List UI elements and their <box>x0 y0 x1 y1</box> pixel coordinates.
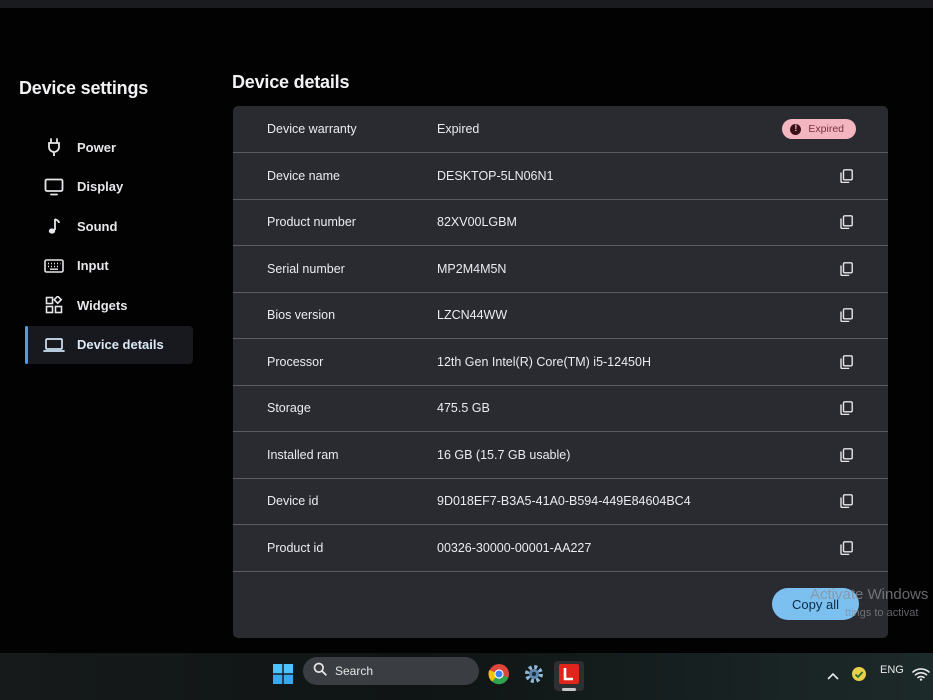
detail-row: Bios version LZCN44WW <box>233 293 888 339</box>
detail-row: Storage 475.5 GB <box>233 386 888 432</box>
sidebar-item-device-details[interactable]: Device details <box>25 325 193 364</box>
row-value: 82XV00LGBM <box>437 215 517 230</box>
row-value: LZCN44WW <box>437 308 508 323</box>
detail-row: Serial number MP2M4M5N <box>233 246 888 293</box>
status-badge: Expired <box>782 119 856 139</box>
windows-start-icon <box>273 663 293 689</box>
tray-app-button[interactable] <box>844 661 874 691</box>
wifi-icon <box>912 667 930 686</box>
row-value: 00326-30000-00001-AA227 <box>437 540 592 555</box>
row-label: Installed ram <box>267 447 339 462</box>
detail-row: Product number 82XV00LGBM <box>233 200 888 246</box>
settings-gear-icon <box>523 663 545 690</box>
tray-app-icon <box>851 666 867 687</box>
row-label: Product number <box>267 215 356 230</box>
copy-icon[interactable] <box>838 493 854 509</box>
device-details-panel: Device warranty Expired Expired Device n… <box>233 106 888 638</box>
row-label: Product id <box>267 540 324 555</box>
chrome-button[interactable] <box>484 661 514 691</box>
copy-icon[interactable] <box>838 400 854 416</box>
taskbar-search[interactable]: Search <box>303 657 479 685</box>
copy-icon[interactable] <box>838 214 854 230</box>
alert-icon <box>790 123 802 135</box>
settings-button[interactable] <box>519 661 549 691</box>
window-top-bar <box>0 0 933 8</box>
sidebar-item-sound[interactable]: Sound <box>25 207 193 245</box>
detail-row: Installed ram 16 GB (15.7 GB usable) <box>233 432 888 479</box>
taskbar: Search ENG <box>0 653 933 700</box>
search-label: Search <box>335 664 374 678</box>
row-label: Bios version <box>267 308 336 323</box>
copy-icon[interactable] <box>838 540 854 556</box>
laptop-icon <box>43 334 65 356</box>
row-label: Storage <box>267 401 311 416</box>
copy-icon[interactable] <box>838 168 854 184</box>
row-label: Device warranty <box>267 122 357 136</box>
row-value: Expired <box>437 122 480 136</box>
row-value: 16 GB (15.7 GB usable) <box>437 447 571 462</box>
row-label: Device name <box>267 168 340 183</box>
chevron-up-icon <box>827 667 839 685</box>
row-label: Serial number <box>267 261 345 276</box>
sidebar-item-label: Input <box>77 258 109 273</box>
copy-icon[interactable] <box>838 307 854 323</box>
chrome-icon <box>488 663 510 690</box>
copy-icon[interactable] <box>838 261 854 277</box>
row-value: 12th Gen Intel(R) Core(TM) i5-12450H <box>437 354 651 369</box>
warranty-row: Device warranty Expired Expired <box>233 106 888 153</box>
detail-row: Processor 12th Gen Intel(R) Core(TM) i5-1… <box>233 339 888 386</box>
sidebar-item-input[interactable]: Input <box>25 247 193 285</box>
sidebar-item-label: Sound <box>77 218 118 234</box>
music-note-icon <box>43 215 65 237</box>
sidebar-nav: Power Display Sound Input Widgets Device… <box>25 128 193 365</box>
network-button[interactable] <box>906 661 933 691</box>
start-button[interactable] <box>268 661 298 691</box>
sidebar-item-label: Widgets <box>77 297 128 313</box>
keyboard-icon <box>43 255 65 277</box>
row-value: 9D018EF7-B3A5-41A0-B594-449E84604BC4 <box>437 494 691 509</box>
sidebar-title: Device settings <box>19 78 149 98</box>
sidebar-item-power[interactable]: Power <box>25 128 193 166</box>
widgets-icon <box>43 294 65 316</box>
copy-icon[interactable] <box>838 354 854 370</box>
sidebar-item-label: Device details <box>77 337 164 352</box>
sidebar-item-label: Power <box>77 139 117 155</box>
row-label: Device id <box>267 494 319 509</box>
copy-icon[interactable] <box>838 447 854 463</box>
activation-watermark-subtext: ttings to activat <box>845 607 919 619</box>
language-indicator[interactable]: ENG <box>880 664 904 676</box>
activation-watermark: Activate Windows <box>810 586 929 603</box>
lenovo-vantage-button[interactable] <box>554 661 584 691</box>
running-indicator <box>562 688 576 691</box>
row-label: Processor <box>267 354 324 369</box>
sidebar-item-display[interactable]: Display <box>25 168 193 206</box>
row-value: MP2M4M5N <box>437 261 507 276</box>
detail-row: Product id 00326-30000-00001-AA227 <box>233 525 888 572</box>
sidebar-item-widgets[interactable]: Widgets <box>25 286 193 324</box>
details-list: Device warranty Expired Expired Device n… <box>233 106 888 572</box>
detail-row: Device name DESKTOP-5LN06N1 <box>233 153 888 200</box>
lenovo-vantage-icon <box>559 663 579 689</box>
monitor-icon <box>43 176 65 198</box>
page-title: Device details <box>232 72 350 92</box>
row-value: 475.5 GB <box>437 401 490 416</box>
sidebar-item-label: Display <box>77 179 124 194</box>
row-value: DESKTOP-5LN06N1 <box>437 168 554 183</box>
badge-label: Expired <box>808 123 844 135</box>
search-icon <box>313 662 327 681</box>
plug-icon <box>43 136 65 158</box>
detail-row: Device id 9D018EF7-B3A5-41A0-B594-449E846… <box>233 479 888 525</box>
